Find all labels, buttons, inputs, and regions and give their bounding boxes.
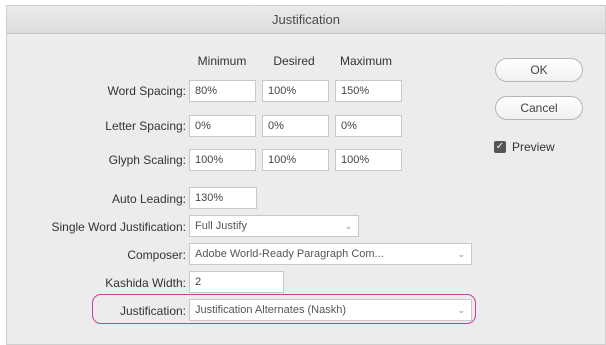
glyph-scaling-maximum-field[interactable]: 100% — [335, 149, 402, 171]
chevron-down-icon: ⌄ — [457, 305, 465, 315]
glyph-scaling-minimum-field[interactable]: 100% — [189, 149, 256, 171]
auto-leading-label: Auto Leading: — [111, 192, 186, 206]
kashida-width-field[interactable]: 2 — [189, 271, 284, 293]
letter-spacing-maximum-field[interactable]: 0% — [335, 115, 402, 137]
kashida-width-label: Kashida Width: — [105, 276, 186, 290]
single-word-justification-value: Full Justify — [195, 220, 247, 232]
single-word-justification-select[interactable]: Full Justify ⌄ — [189, 215, 359, 237]
single-word-justification-label: Single Word Justification: — [51, 220, 186, 234]
preview-checkbox[interactable]: ✓ — [494, 141, 506, 153]
justification-value: Justification Alternates (Naskh) — [195, 304, 347, 316]
letter-spacing-minimum-field[interactable]: 0% — [189, 115, 256, 137]
glyph-scaling-label: Glyph Scaling: — [108, 153, 186, 167]
composer-label: Composer: — [127, 248, 186, 262]
letter-spacing-desired-field[interactable]: 0% — [262, 115, 329, 137]
word-spacing-maximum-field[interactable]: 150% — [335, 80, 402, 102]
justification-select[interactable]: Justification Alternates (Naskh) ⌄ — [189, 299, 472, 321]
justification-label: Justification: — [119, 304, 186, 318]
composer-value: Adobe World-Ready Paragraph Com... — [195, 248, 384, 260]
letter-spacing-label: Letter Spacing: — [105, 119, 186, 133]
window-title: Justification — [7, 6, 605, 34]
ok-button[interactable]: OK — [495, 58, 583, 82]
header-desired: Desired — [273, 54, 315, 68]
composer-select[interactable]: Adobe World-Ready Paragraph Com... ⌄ — [189, 243, 472, 265]
checkmark-icon: ✓ — [495, 141, 505, 152]
word-spacing-desired-field[interactable]: 100% — [262, 80, 329, 102]
word-spacing-minimum-field[interactable]: 80% — [189, 80, 256, 102]
auto-leading-field[interactable]: 130% — [189, 187, 257, 209]
header-minimum: Minimum — [197, 54, 247, 68]
preview-label: Preview — [512, 140, 555, 154]
chevron-down-icon: ⌄ — [457, 249, 465, 259]
glyph-scaling-desired-field[interactable]: 100% — [262, 149, 329, 171]
cancel-button[interactable]: Cancel — [495, 96, 583, 120]
header-maximum: Maximum — [339, 54, 392, 68]
chevron-down-icon: ⌄ — [344, 221, 352, 231]
word-spacing-label: Word Spacing: — [107, 84, 187, 98]
